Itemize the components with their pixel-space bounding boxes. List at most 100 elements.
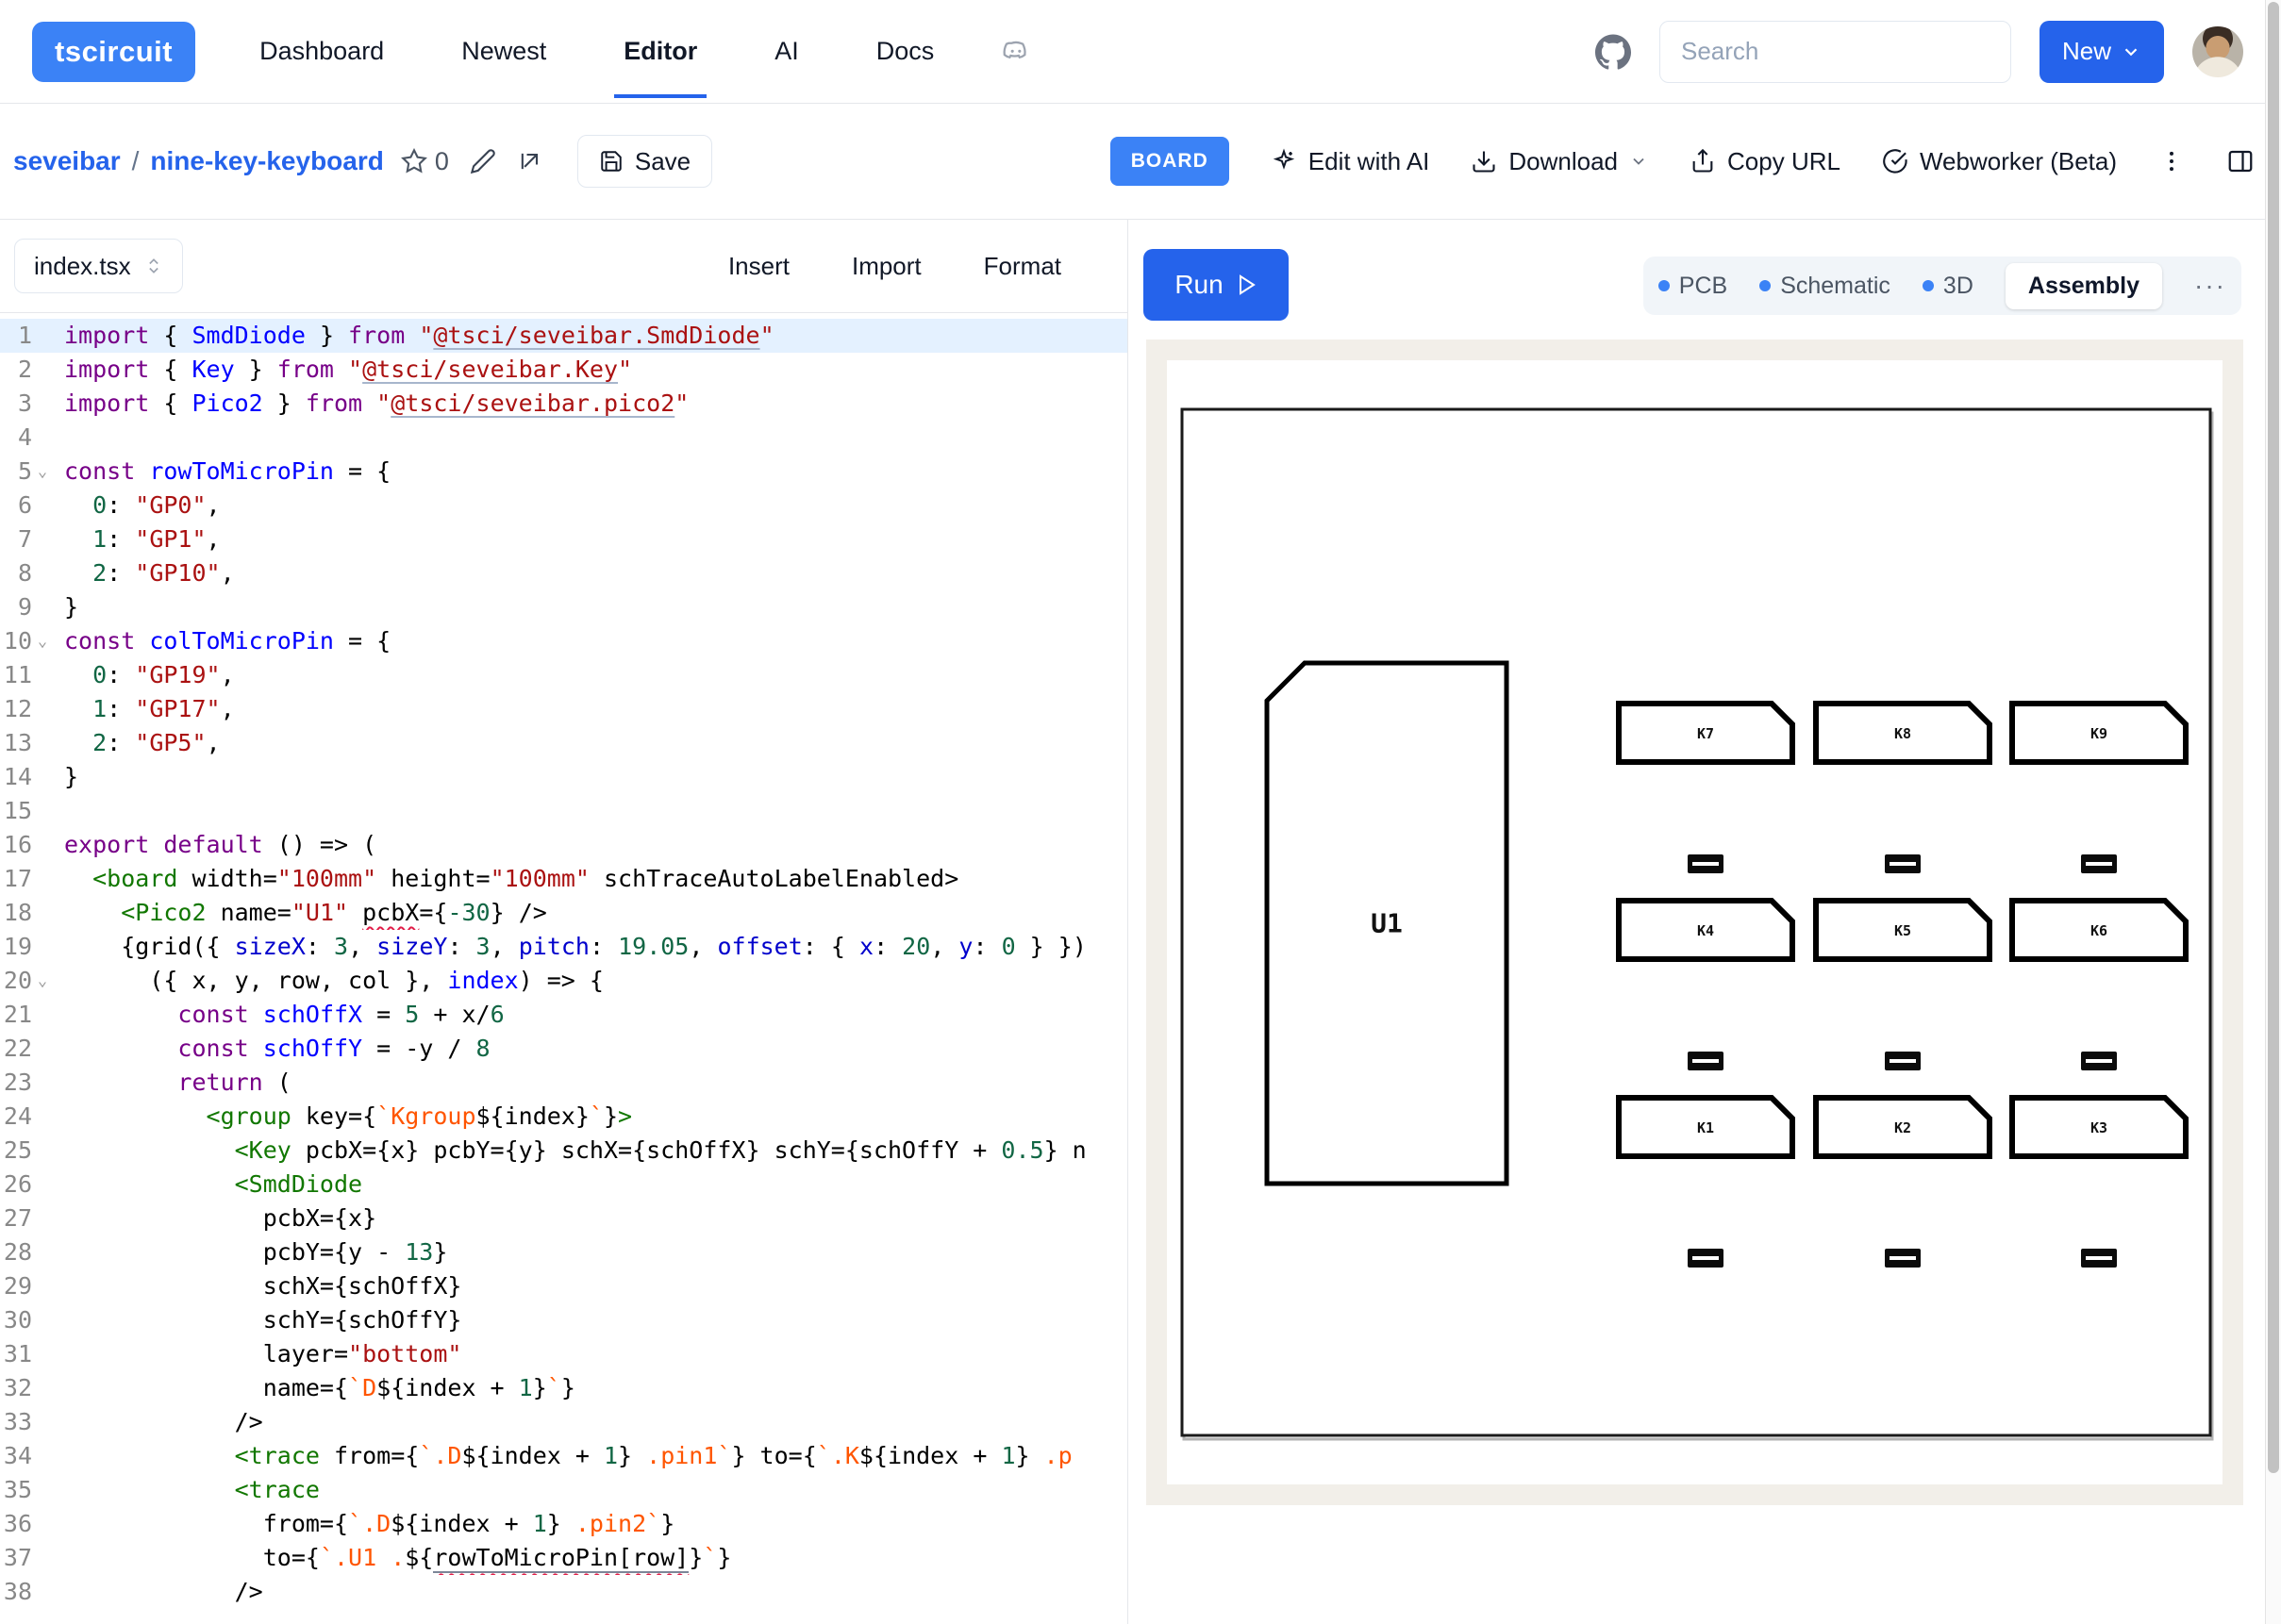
search-input[interactable] <box>1659 21 2011 83</box>
toggle-panel-button[interactable] <box>2226 147 2255 175</box>
code-line[interactable]: 24 <group key={`Kgroup${index}`}> <box>0 1100 1127 1134</box>
code-line[interactable]: 9} <box>0 590 1127 624</box>
chevron-down-icon <box>2121 41 2141 62</box>
code-line[interactable]: 6 0: "GP0", <box>0 489 1127 522</box>
edit-with-ai-button[interactable]: Edit with AI <box>1271 147 1430 176</box>
save-button[interactable]: Save <box>577 135 712 188</box>
code-line[interactable]: 7 1: "GP1", <box>0 522 1127 556</box>
more-options-button[interactable] <box>2158 148 2185 174</box>
file-selector[interactable]: index.tsx <box>14 239 183 293</box>
code-line[interactable]: 18 <Pico2 name="U1" pcbX={-30} /> <box>0 896 1127 930</box>
menu-format[interactable]: Format <box>984 252 1061 281</box>
avatar[interactable] <box>2192 26 2243 77</box>
code-line[interactable]: 16export default () => ( <box>0 828 1127 862</box>
code-line[interactable]: 27 pcbX={x} <box>0 1201 1127 1235</box>
code-line[interactable]: 25 <Key pcbX={x} pcbY={y} schX={schOffX}… <box>0 1134 1127 1168</box>
code-line[interactable]: 5⌄const rowToMicroPin = { <box>0 455 1127 489</box>
code-line[interactable]: 35 <trace <box>0 1473 1127 1507</box>
breadcrumb-owner[interactable]: seveibar <box>13 146 121 176</box>
tab-assembly[interactable]: Assembly <box>2006 263 2162 309</box>
breadcrumb-project[interactable]: nine-key-keyboard <box>150 146 383 176</box>
scrollbar-thumb[interactable] <box>2268 2 2279 1473</box>
star-button[interactable]: 0 <box>401 147 449 176</box>
code-line[interactable]: 12 1: "GP17", <box>0 692 1127 726</box>
copy-url-button[interactable]: Copy URL <box>1690 147 1840 176</box>
code-line[interactable]: 22 const schOffY = -y / 8 <box>0 1032 1127 1066</box>
nav-right-group: New <box>1595 21 2243 83</box>
code-line[interactable]: 30 schY={schOffY} <box>0 1303 1127 1337</box>
code-line[interactable]: 17 <board width="100mm" height="100mm" s… <box>0 862 1127 896</box>
code-editor[interactable]: 1import { SmdDiode } from "@tsci/seveiba… <box>0 313 1127 1624</box>
view-tabs: PCB Schematic 3D Assembly ··· <box>1643 257 2241 315</box>
code-line[interactable]: 19 {grid({ sizeX: 3, sizeY: 3, pitch: 19… <box>0 930 1127 964</box>
menu-insert[interactable]: Insert <box>728 252 790 281</box>
fork-button[interactable] <box>517 148 543 174</box>
github-icon[interactable] <box>1595 34 1631 70</box>
code-line[interactable]: 4 <box>0 421 1127 455</box>
key-label-k4: K4 <box>1697 922 1714 939</box>
code-line[interactable]: 36 from={`.D${index + 1} .pin2`} <box>0 1507 1127 1541</box>
key-label-k9: K9 <box>2090 725 2107 742</box>
page-scrollbar[interactable] <box>2265 0 2281 1624</box>
diode-stripe <box>1692 1256 1719 1260</box>
nav-item-dashboard[interactable]: Dashboard <box>254 5 390 98</box>
fold-marker-icon[interactable]: ⌄ <box>32 964 53 998</box>
fold-marker-icon[interactable]: ⌄ <box>32 455 53 489</box>
nav-item-editor[interactable]: Editor <box>618 5 703 98</box>
code-line[interactable]: 32 name={`D${index + 1}`} <box>0 1371 1127 1405</box>
webworker-toggle[interactable]: Webworker (Beta) <box>1882 147 2117 176</box>
tab-3d[interactable]: 3D <box>1923 273 1973 300</box>
nav-item-docs[interactable]: Docs <box>871 5 941 98</box>
code-line[interactable]: 28 pcbY={y - 13} <box>0 1235 1127 1269</box>
key-label-k6: K6 <box>2090 922 2107 939</box>
main-split: index.tsx Insert Import Format 1import {… <box>0 220 2281 1624</box>
code-line[interactable]: 13 2: "GP5", <box>0 726 1127 760</box>
fold-marker-icon[interactable]: ⌄ <box>32 624 53 658</box>
menu-import[interactable]: Import <box>852 252 922 281</box>
code-line[interactable]: 33 /> <box>0 1405 1127 1439</box>
copy-url-label: Copy URL <box>1727 147 1840 176</box>
nav-item-newest[interactable]: Newest <box>456 5 552 98</box>
save-icon <box>599 149 624 174</box>
rename-button[interactable] <box>470 148 496 174</box>
assembly-canvas[interactable]: U1K7K8K9K4K5K6K1K2K3 <box>1146 340 2243 1505</box>
diode-stripe <box>1692 1059 1719 1063</box>
brand-logo[interactable]: tscircuit <box>32 22 195 82</box>
nav-item-ai[interactable]: AI <box>769 5 805 98</box>
board-badge: BOARD <box>1110 137 1229 186</box>
new-button-label: New <box>2062 37 2111 66</box>
code-line[interactable]: 3import { Pico2 } from "@tsci/seveibar.p… <box>0 387 1127 421</box>
code-line[interactable]: 2import { Key } from "@tsci/seveibar.Key… <box>0 353 1127 387</box>
code-line[interactable]: 34 <trace from={`.D${index + 1} .pin1`} … <box>0 1439 1127 1473</box>
panel-right-icon <box>2226 147 2255 175</box>
tabs-more-button[interactable]: ··· <box>2194 271 2226 301</box>
code-line[interactable]: 14} <box>0 760 1127 794</box>
key-label-k8: K8 <box>1894 725 1911 742</box>
code-line[interactable]: 1import { SmdDiode } from "@tsci/seveiba… <box>0 319 1127 353</box>
code-line[interactable]: 8 2: "GP10", <box>0 556 1127 590</box>
run-button[interactable]: Run <box>1143 249 1289 321</box>
nav-links: Dashboard Newest Editor AI Docs <box>254 5 940 98</box>
code-line[interactable]: 10⌄const colToMicroPin = { <box>0 624 1127 658</box>
code-line[interactable]: 11 0: "GP19", <box>0 658 1127 692</box>
tab-pcb[interactable]: PCB <box>1658 273 1727 300</box>
code-line[interactable]: 23 return ( <box>0 1066 1127 1100</box>
code-line[interactable]: 21 const schOffX = 5 + x/6 <box>0 998 1127 1032</box>
download-button[interactable]: Download <box>1471 147 1648 176</box>
tab-schematic[interactable]: Schematic <box>1759 273 1890 300</box>
code-line[interactable]: 26 <SmdDiode <box>0 1168 1127 1201</box>
code-line[interactable]: 20⌄ ({ x, y, row, col }, index) => { <box>0 964 1127 998</box>
preview-panel: Run PCBSchematic3DAssembly··· U1K7K8K9K4… <box>1128 220 2281 1624</box>
diode-stripe <box>2086 1059 2112 1063</box>
diode-stripe <box>1692 862 1719 866</box>
new-button[interactable]: New <box>2040 21 2164 83</box>
discord-icon[interactable] <box>1000 36 1032 68</box>
code-line[interactable]: 29 schX={schOffX} <box>0 1269 1127 1303</box>
diode-stripe <box>1890 1256 1916 1260</box>
code-line[interactable]: 15 <box>0 794 1127 828</box>
code-line[interactable]: 31 layer="bottom" <box>0 1337 1127 1371</box>
code-line[interactable]: 38 /> <box>0 1575 1127 1609</box>
share-external-icon <box>517 148 543 174</box>
webworker-label: Webworker (Beta) <box>1920 147 2117 176</box>
code-line[interactable]: 37 to={`.U1 .${rowToMicroPin[row]}`} <box>0 1541 1127 1575</box>
